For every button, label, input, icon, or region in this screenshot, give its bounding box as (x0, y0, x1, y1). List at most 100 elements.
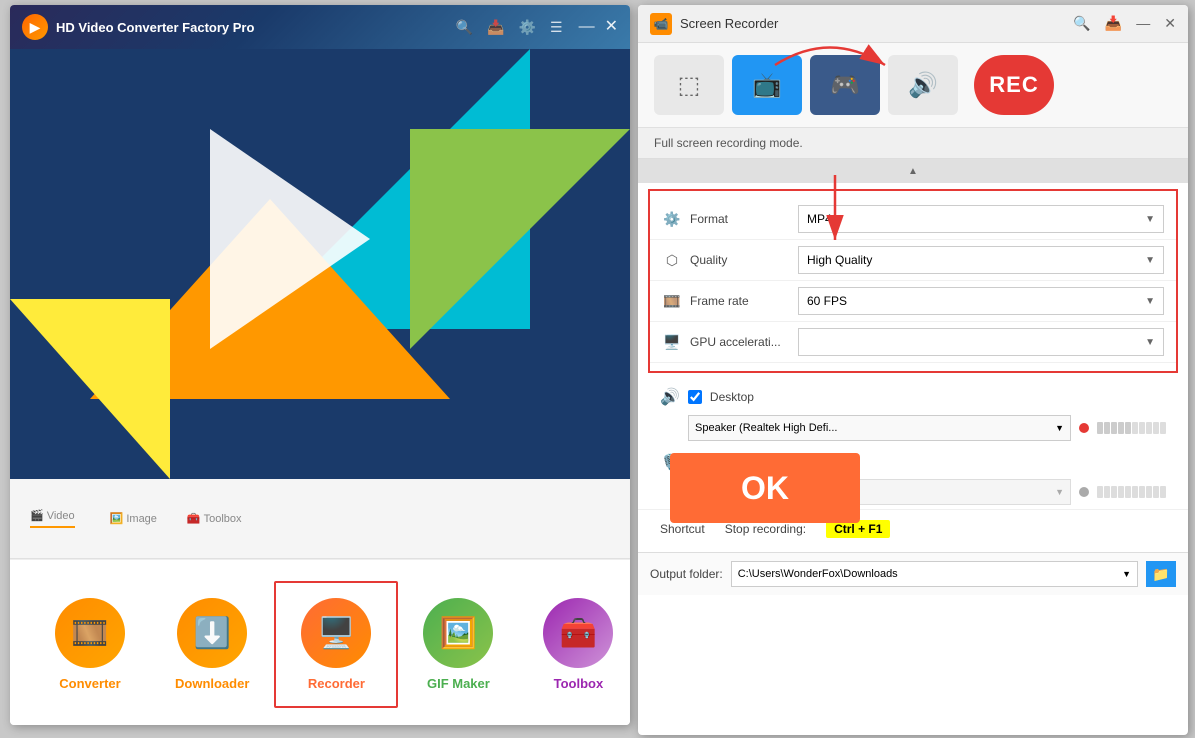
format-label: Format (690, 212, 790, 226)
gif-label: GIF Maker (427, 676, 490, 691)
vol-seg-10 (1160, 422, 1166, 434)
vol-seg-6 (1132, 422, 1138, 434)
main-title: HD Video Converter Factory Pro (56, 20, 448, 35)
play-arrow (210, 129, 370, 349)
nav-image[interactable]: 🖼️ Image (110, 512, 157, 525)
menu-icon[interactable]: ☰ (550, 19, 563, 36)
game-mode-button[interactable]: 🎮 (810, 55, 880, 115)
browse-folder-button[interactable]: 📁 (1146, 561, 1176, 587)
desktop-audio-controls: Speaker (Realtek High Defi... ▼ (660, 415, 1166, 441)
gpu-icon: 🖥️ (662, 332, 682, 352)
vol-seg-5 (1125, 422, 1131, 434)
output-section: Output folder: C:\Users\WonderFox\Downlo… (638, 552, 1188, 595)
vol-seg-4 (1118, 422, 1124, 434)
nav-video[interactable]: 🎬 Video (30, 509, 75, 528)
recorder-title: Screen Recorder (680, 16, 1065, 31)
main-window: ▶ HD Video Converter Factory Pro 🔍 📥 ⚙️ … (10, 5, 630, 725)
nav-tabs: 🎬 Video 🖼️ Image 🧰 Toolbox (10, 479, 630, 559)
scroll-up-button[interactable]: ▲ (638, 159, 1188, 183)
recorder-app-icon: 📹 (650, 13, 672, 35)
volume-dot (1079, 423, 1089, 433)
quality-label: Quality (690, 253, 790, 267)
yellow-shape (10, 299, 170, 479)
gpu-row: 🖥️ GPU accelerati... ▼ (650, 322, 1176, 363)
fullscreen-mode-button[interactable]: 📺 (732, 55, 802, 115)
quality-select[interactable]: High Quality ▼ (798, 246, 1164, 274)
mic-seg-3 (1111, 486, 1117, 498)
format-icon: ⚙️ (662, 209, 682, 229)
format-arrow-icon: ▼ (1145, 214, 1155, 225)
framerate-icon: 🎞️ (662, 291, 682, 311)
nav-video-label: 🎬 Video (30, 509, 75, 522)
format-row: ⚙️ Format MP4 ▼ (650, 199, 1176, 240)
mic-seg-9 (1153, 486, 1159, 498)
mic-seg-1 (1097, 486, 1103, 498)
mic-seg-4 (1118, 486, 1124, 498)
framerate-select[interactable]: 60 FPS ▼ (798, 287, 1164, 315)
recorder-tool[interactable]: 🖥️ Recorder (274, 581, 398, 708)
recorder-icon: 🖥️ (301, 598, 371, 668)
mode-description: Full screen recording mode. (638, 128, 1188, 159)
vol-seg-1 (1097, 422, 1103, 434)
app-logo: ▶ (22, 14, 48, 40)
mic-seg-6 (1132, 486, 1138, 498)
desktop-device-select[interactable]: Speaker (Realtek High Defi... ▼ (688, 415, 1071, 441)
hero-area (10, 49, 630, 479)
nav-toolbox[interactable]: 🧰 Toolbox (187, 512, 242, 525)
vol-seg-9 (1153, 422, 1159, 434)
close-button[interactable]: ✕ (605, 19, 618, 35)
desktop-select-arrow-icon: ▼ (1055, 423, 1064, 433)
output-path-arrow-icon: ▼ (1122, 569, 1131, 579)
vol-seg-2 (1104, 422, 1110, 434)
downloader-icon: ⬇️ (177, 598, 247, 668)
vol-seg-7 (1139, 422, 1145, 434)
converter-tool[interactable]: 🎞️ Converter (30, 583, 150, 706)
main-titlebar: ▶ HD Video Converter Factory Pro 🔍 📥 ⚙️ … (10, 5, 630, 49)
download-icon[interactable]: 📥 (487, 19, 504, 36)
mic-seg-10 (1160, 486, 1166, 498)
quality-icon: ⬡ (662, 250, 682, 270)
gpu-label: GPU accelerati... (690, 335, 790, 349)
ok-button[interactable]: OK (670, 453, 860, 523)
format-select[interactable]: MP4 ▼ (798, 205, 1164, 233)
framerate-arrow-icon: ▼ (1145, 296, 1155, 307)
tools-row: 🎞️ Converter ⬇️ Downloader 🖥️ Recorder 🖼… (10, 559, 630, 725)
minimize-button[interactable]: — (579, 19, 595, 35)
settings-icon[interactable]: ⚙️ (519, 19, 536, 36)
desktop-audio-label: Desktop (710, 390, 754, 404)
toolbox-tool[interactable]: 🧰 Toolbox (518, 583, 630, 706)
settings-panel: ⚙️ Format MP4 ▼ ⬡ Quality High Quality ▼… (648, 189, 1178, 373)
recorder-minimize-button[interactable]: — (1136, 15, 1150, 32)
gif-maker-tool[interactable]: 🖼️ GIF Maker (398, 583, 518, 706)
shortcut-action: Stop recording: (725, 522, 806, 536)
mode-bar: ⬚ 📺 🎮 🔊 REC (638, 43, 1188, 128)
desktop-audio-checkbox[interactable] (688, 390, 702, 404)
gif-icon: 🖼️ (423, 598, 493, 668)
gpu-arrow-icon: ▼ (1145, 337, 1155, 348)
mic-volume-dot (1079, 487, 1089, 497)
mic-seg-5 (1125, 486, 1131, 498)
desktop-audio-section: 🔊 Desktop Speaker (Realtek High Defi... … (648, 379, 1178, 449)
toolbox-label: Toolbox (554, 676, 604, 691)
toolbox-icon: 🧰 (187, 512, 201, 525)
mic-select-arrow-icon: ▼ (1055, 487, 1064, 497)
recorder-search-icon[interactable]: 🔍 (1073, 15, 1090, 32)
quality-arrow-icon: ▼ (1145, 255, 1155, 266)
mic-volume-bar (1097, 485, 1166, 499)
sound-mode-button[interactable]: 🔊 (888, 55, 958, 115)
mic-seg-2 (1104, 486, 1110, 498)
downloader-tool[interactable]: ⬇️ Downloader (150, 583, 274, 706)
output-path[interactable]: C:\Users\WonderFox\Downloads ▼ (731, 561, 1138, 587)
nav-underline (30, 526, 75, 528)
toolbox-icon-circle: 🧰 (543, 598, 613, 668)
recorder-window: 📹 Screen Recorder 🔍 📥 — ✕ ⬚ 📺 🎮 🔊 REC Fu… (638, 5, 1188, 735)
search-icon[interactable]: 🔍 (456, 19, 473, 36)
titlebar-icons: 🔍 📥 ⚙️ ☰ (456, 19, 563, 36)
rec-button[interactable]: REC (974, 55, 1054, 115)
recorder-close-button[interactable]: ✕ (1164, 15, 1176, 32)
recorder-controls: 🔍 📥 — ✕ (1073, 15, 1176, 32)
recorder-download-icon[interactable]: 📥 (1105, 15, 1122, 32)
video-icon: 🎬 (30, 509, 44, 522)
gpu-select[interactable]: ▼ (798, 328, 1164, 356)
region-mode-button[interactable]: ⬚ (654, 55, 724, 115)
